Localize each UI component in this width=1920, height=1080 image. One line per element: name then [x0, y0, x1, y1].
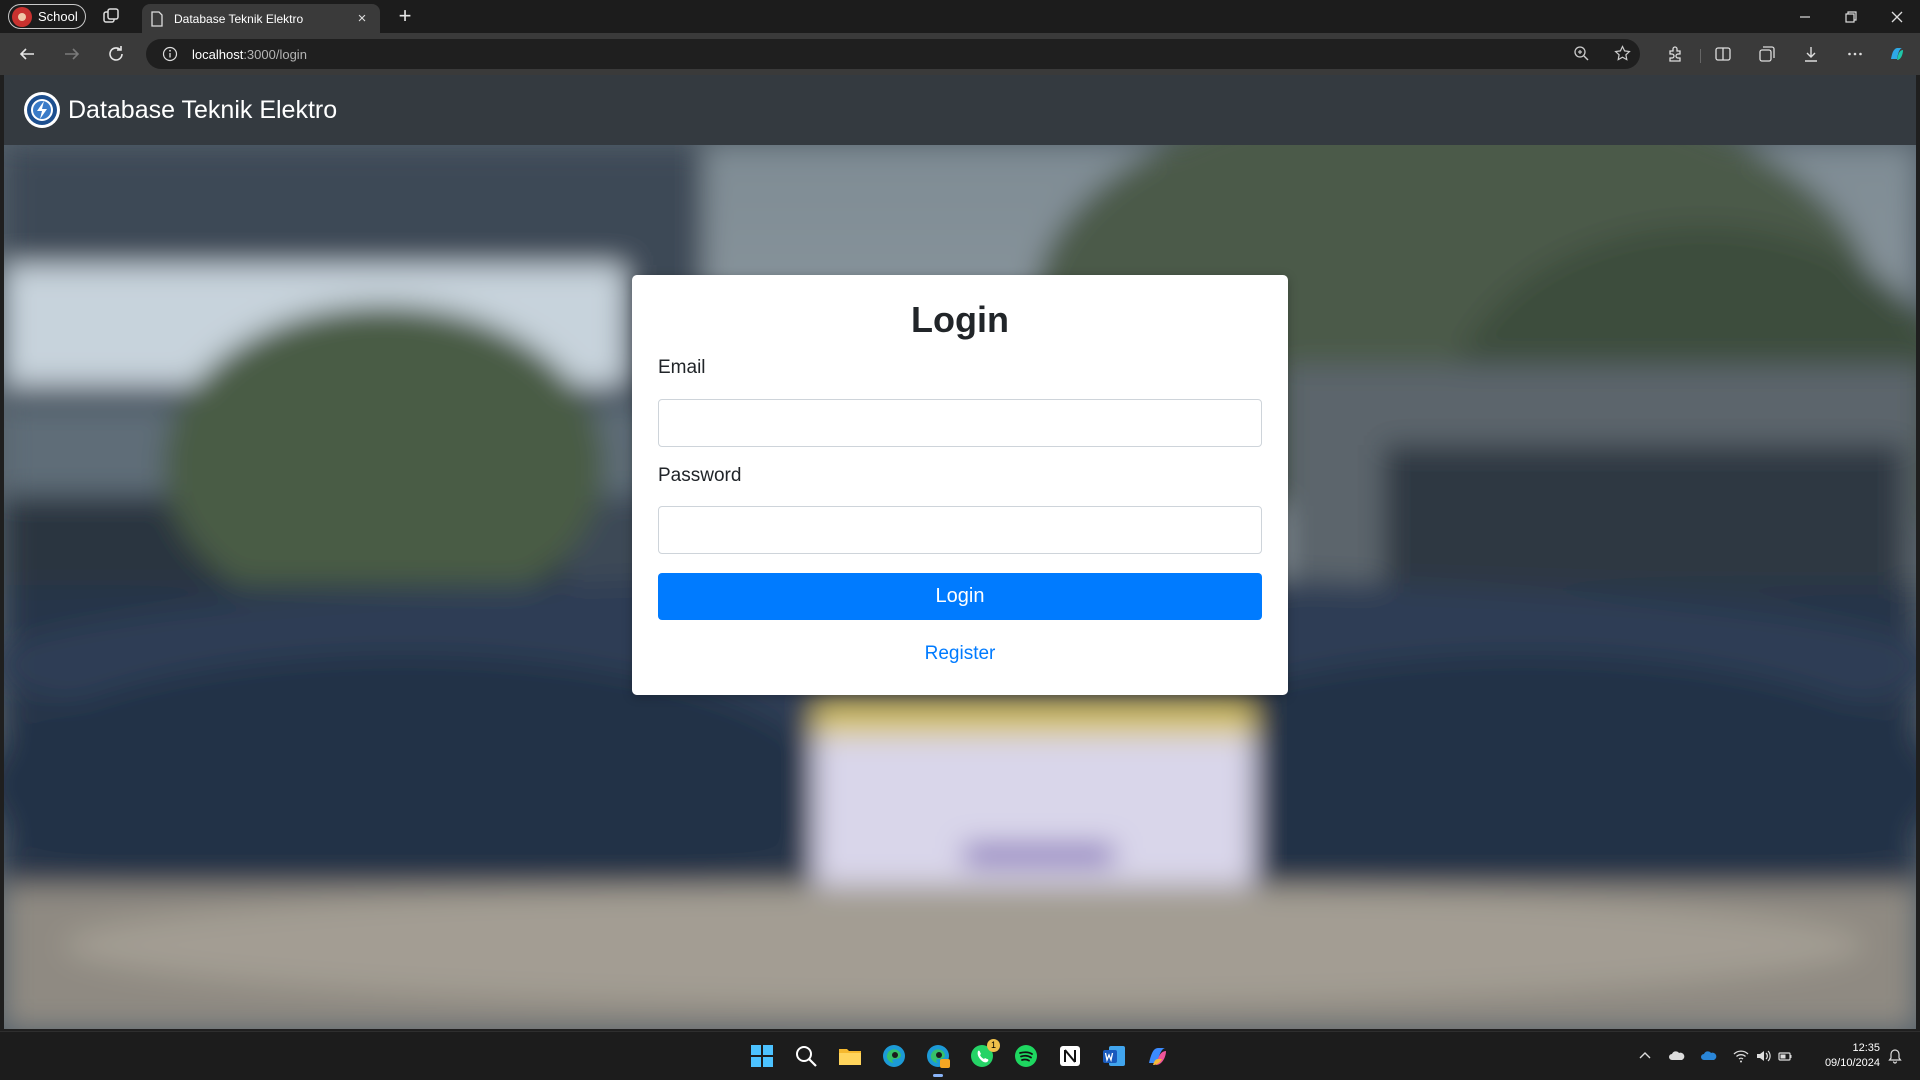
- onedrive-personal-icon[interactable]: [1668, 1047, 1686, 1065]
- forward-icon[interactable]: [60, 42, 84, 66]
- minimize-button[interactable]: [1782, 0, 1828, 33]
- profile-label: School: [38, 9, 78, 24]
- battery-icon[interactable]: [1776, 1047, 1794, 1065]
- split-screen-icon[interactable]: [1712, 43, 1734, 65]
- clock-date: 09/10/2024: [1824, 1057, 1880, 1069]
- back-icon[interactable]: [15, 42, 39, 66]
- collections-icon[interactable]: [1756, 43, 1778, 65]
- spotify-icon[interactable]: [1012, 1042, 1040, 1070]
- toolbar-separator: [1700, 49, 1701, 63]
- login-card: Login Email Password Login Register: [632, 275, 1288, 695]
- copilot-icon[interactable]: [1886, 43, 1908, 65]
- brand-logo[interactable]: [23, 91, 61, 129]
- extensions-icon[interactable]: [1664, 43, 1686, 65]
- whatsapp-badge: 1: [987, 1039, 1000, 1052]
- login-heading: Login: [911, 299, 1009, 340]
- whatsapp-icon[interactable]: 1: [968, 1039, 1000, 1070]
- wifi-icon[interactable]: [1732, 1047, 1750, 1065]
- edge-school-icon[interactable]: [924, 1042, 952, 1077]
- tab-active[interactable]: Database Teknik Elektro ×: [142, 4, 380, 33]
- edge-icon[interactable]: [880, 1042, 908, 1070]
- copilot-app-icon[interactable]: [1144, 1042, 1172, 1070]
- browser-toolbar: localhost:3000/login: [0, 33, 1920, 75]
- url-text[interactable]: localhost:3000/login: [192, 47, 307, 62]
- profile-button[interactable]: School: [8, 4, 86, 29]
- search-icon[interactable]: [792, 1042, 820, 1070]
- clock-time: 12:35: [1852, 1042, 1880, 1054]
- register-link[interactable]: Register: [632, 643, 1288, 665]
- email-label: Email: [658, 357, 706, 378]
- login-button[interactable]: Login: [658, 573, 1262, 620]
- favorite-star-icon[interactable]: [1611, 42, 1633, 64]
- background-photo: Login Email Password Login Register: [4, 145, 1916, 1029]
- restore-button[interactable]: [1828, 0, 1874, 33]
- notion-icon[interactable]: [1056, 1042, 1084, 1070]
- downloads-icon[interactable]: [1800, 43, 1822, 65]
- url-path: :3000/login: [243, 46, 307, 62]
- new-tab-button[interactable]: +: [394, 5, 416, 28]
- notifications-icon[interactable]: [1886, 1047, 1904, 1065]
- more-menu-icon[interactable]: [1844, 43, 1866, 65]
- system-clock[interactable]: 12:35 09/10/2024: [1800, 1041, 1880, 1071]
- tab-title: Database Teknik Elektro: [174, 11, 304, 26]
- site-info-icon[interactable]: [162, 46, 178, 62]
- close-tab-icon[interactable]: ×: [354, 10, 370, 27]
- brand-title[interactable]: Database Teknik Elektro: [68, 96, 337, 125]
- password-field[interactable]: [658, 506, 1262, 554]
- web-page: Database Teknik Elektro Login Email Pass…: [4, 75, 1916, 1029]
- page-icon: [150, 10, 164, 27]
- zoom-icon[interactable]: [1570, 42, 1592, 64]
- close-window-button[interactable]: [1874, 0, 1920, 33]
- show-hidden-icons-icon[interactable]: [1636, 1047, 1654, 1065]
- navbar: Database Teknik Elektro: [4, 75, 1916, 145]
- email-field[interactable]: [658, 399, 1262, 447]
- url-host: localhost: [192, 46, 244, 62]
- file-explorer-icon[interactable]: [836, 1042, 864, 1070]
- start-icon[interactable]: [748, 1042, 776, 1070]
- workspaces-icon[interactable]: [102, 7, 120, 25]
- word-icon[interactable]: [1100, 1042, 1128, 1070]
- address-bar[interactable]: localhost:3000/login: [146, 39, 1640, 69]
- refresh-icon[interactable]: [104, 42, 128, 66]
- taskbar: 1 12:35 09/10/2024: [0, 1031, 1920, 1080]
- onedrive-business-icon[interactable]: [1700, 1047, 1718, 1065]
- profile-avatar: [12, 6, 32, 27]
- password-label: Password: [658, 465, 742, 486]
- volume-icon[interactable]: [1754, 1047, 1772, 1065]
- browser-tab-strip: School Database Teknik Elektro × +: [0, 0, 1920, 33]
